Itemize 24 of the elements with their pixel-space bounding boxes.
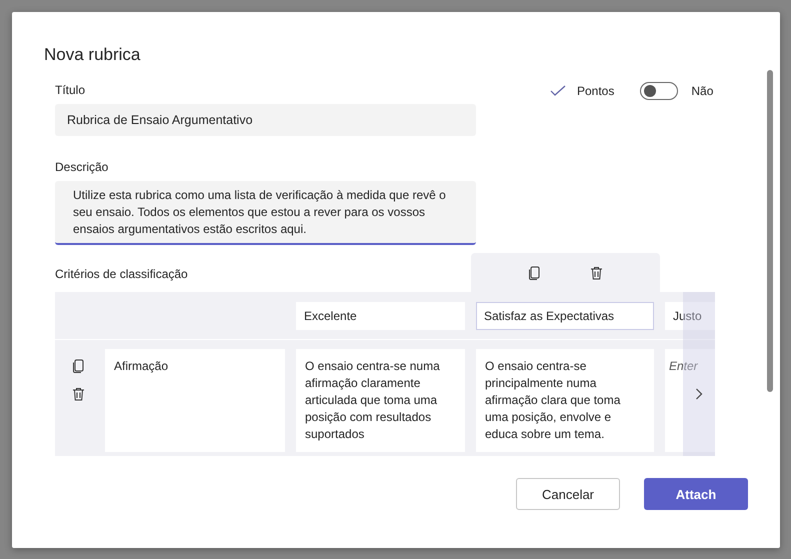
chevron-right-icon: [695, 388, 703, 400]
points-label: Pontos: [577, 84, 614, 98]
field-label: Descrição: [55, 160, 110, 174]
check-icon: [550, 85, 566, 97]
scrollbar[interactable]: [767, 70, 773, 392]
attach-button[interactable]: Attach: [644, 478, 748, 510]
level-title-field[interactable]: Satisfaz as Expectativas: [476, 302, 654, 330]
criterion-field[interactable]: Afirmação: [105, 349, 285, 452]
delete-icon[interactable]: [72, 387, 84, 401]
delete-icon[interactable]: [590, 266, 603, 280]
toggle-state-label: Não: [691, 84, 714, 98]
copy-icon[interactable]: [528, 266, 540, 280]
field-label: Título: [55, 83, 86, 97]
title-field[interactable]: Rubrica de Ensaio Argumentativo: [55, 104, 476, 136]
cancel-button[interactable]: Cancelar: [516, 478, 620, 510]
dialog-title: Nova rubrica: [44, 45, 142, 65]
description-field[interactable]: Utilize esta rubrica como uma lista de verificação à medida que revê o seu ensaio. Todos os elementos que estou a rever para os vossos ensaios argumentativos estão escritos aqui.: [55, 181, 476, 245]
copy-icon[interactable]: [72, 359, 84, 373]
section-label: Critérios de classificação: [55, 267, 188, 283]
description-field[interactable]: O ensaio centra-se principalmente numa afirmação clara que toma uma posição, envolve e educa sobre um tema.: [476, 349, 654, 452]
level-title-field[interactable]: Justo: [665, 302, 715, 330]
description-field[interactable]: O ensaio centra-se numa afirmação claramente articulada que toma uma posição com resultados suportados: [296, 349, 465, 452]
level-title-field[interactable]: Excelente: [296, 302, 465, 330]
points-toggle[interactable]: [640, 82, 678, 100]
